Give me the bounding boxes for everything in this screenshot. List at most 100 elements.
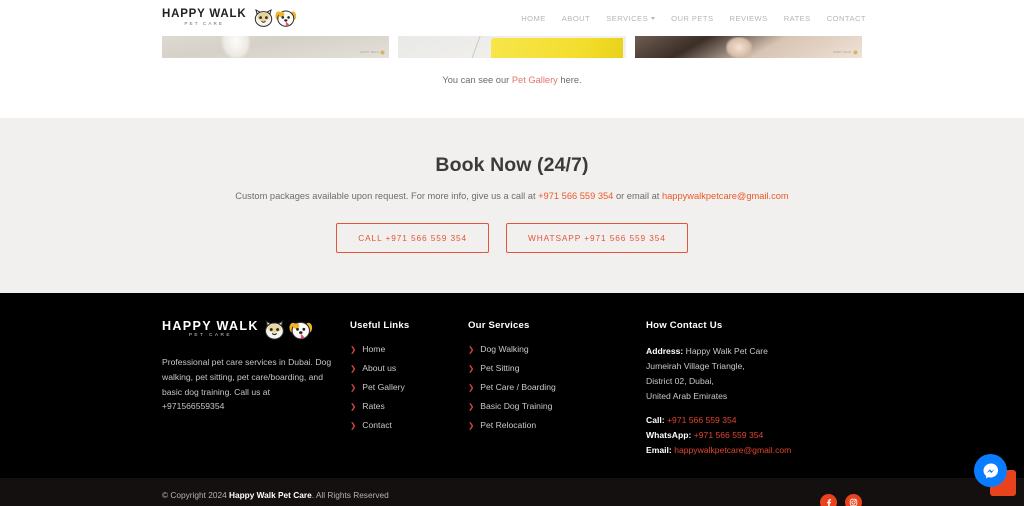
list-item[interactable]: ❯ Basic Dog Training bbox=[468, 401, 646, 411]
watermark: HAPPY WALK bbox=[833, 50, 858, 55]
chevron-right-icon: ❯ bbox=[350, 402, 357, 412]
chevron-right-icon: ❯ bbox=[350, 383, 357, 393]
contact-title: How Contact Us bbox=[646, 320, 723, 332]
call-line: Call: +971 566 559 354 bbox=[646, 413, 862, 428]
whatsapp-value[interactable]: +971 566 559 354 bbox=[694, 430, 764, 440]
pet-gallery-link[interactable]: Pet Gallery bbox=[512, 75, 558, 85]
book-now-subtitle: Custom packages available upon request. … bbox=[0, 190, 1024, 203]
list-item[interactable]: ❯ Pet Care / Boarding bbox=[468, 382, 646, 392]
nav-item-our-pets[interactable]: OUR PETS bbox=[671, 14, 713, 23]
nav-item-home[interactable]: HOME bbox=[521, 14, 546, 23]
watermark-label: HAPPY WALK bbox=[832, 51, 852, 54]
list-item[interactable]: ❯ Rates bbox=[350, 401, 468, 411]
brand-mascots bbox=[253, 8, 297, 28]
watermark-paw-icon bbox=[380, 50, 385, 55]
link-label: Basic Dog Training bbox=[480, 401, 553, 412]
book-now-title: Book Now (24/7) bbox=[435, 154, 589, 176]
our-services-title: Our Services bbox=[468, 320, 530, 332]
note-suffix: here. bbox=[557, 75, 582, 85]
nav-item-rates[interactable]: RATES bbox=[784, 14, 811, 23]
cat-mascot-icon bbox=[253, 8, 275, 28]
instagram-icon[interactable] bbox=[845, 493, 862, 506]
list-item[interactable]: ❯ Dog Walking bbox=[468, 344, 646, 354]
list-item[interactable]: ❯ Pet Relocation bbox=[468, 420, 646, 430]
watermark-paw-icon bbox=[617, 50, 622, 55]
list-item[interactable]: ❯ About us bbox=[350, 363, 468, 373]
useful-links-title: Useful Links bbox=[350, 320, 410, 332]
link-label: About us bbox=[362, 363, 397, 374]
whatsapp-line: WhatsApp: +971 566 559 354 bbox=[646, 428, 862, 443]
footer-logo[interactable]: HAPPY WALK PET CARE bbox=[162, 320, 334, 340]
nav-item-label: REVIEWS bbox=[729, 13, 768, 23]
brand-wordmark: HAPPY WALK PET CARE bbox=[162, 320, 259, 339]
phone-number[interactable]: +971 566 559 354 bbox=[538, 191, 613, 201]
copyright-prefix: © Copyright 2024 bbox=[162, 489, 229, 500]
list-item[interactable]: ❯ Home bbox=[350, 344, 468, 354]
dog-mascot-icon bbox=[289, 320, 312, 340]
watermark-paw-icon bbox=[853, 50, 858, 55]
whatsapp-button[interactable]: WHATSAPP +971 566 559 354 bbox=[506, 223, 688, 254]
nav-item-reviews[interactable]: REVIEWS bbox=[730, 14, 768, 23]
nav-item-label: RATES bbox=[783, 13, 811, 23]
nav-item-label: ABOUT bbox=[561, 13, 591, 23]
call-button[interactable]: CALL +971 566 559 354 bbox=[336, 223, 490, 254]
services-list: ❯ Dog Walking ❯ Pet Sitting ❯ Pet Care /… bbox=[468, 344, 646, 430]
brand-name: HAPPY WALK bbox=[162, 319, 259, 334]
address-line: Jumeirah Village Triangle, bbox=[646, 360, 745, 371]
subtitle-part1: Custom packages available upon request. … bbox=[235, 191, 539, 201]
facebook-icon[interactable] bbox=[820, 493, 837, 506]
footer-about-column: HAPPY WALK PET CARE Professional pet car… bbox=[162, 320, 350, 458]
chevron-right-icon: ❯ bbox=[468, 421, 475, 431]
address-value: Happy Walk Pet Care bbox=[683, 346, 768, 357]
gallery-thumbnail[interactable]: HAPPY WALK bbox=[398, 36, 626, 58]
address-line: United Arab Emirates bbox=[646, 390, 728, 401]
note-prefix: You can see our bbox=[442, 75, 512, 85]
contact-details: Address: Happy Walk Pet Care Jumeirah Vi… bbox=[646, 344, 862, 458]
useful-links-list: ❯ Home ❯ About us ❯ Pet Gallery ❯ Rates … bbox=[350, 344, 468, 430]
main-navigation[interactable]: HOME ABOUT SERVICES OUR PETS REVIEWS RAT… bbox=[521, 14, 866, 23]
watermark: HAPPY WALK bbox=[596, 50, 622, 55]
link-label: Pet Sitting bbox=[480, 363, 520, 374]
social-links bbox=[820, 493, 862, 506]
site-header: HAPPY WALK PET CARE HOME ABOUT SERVICES … bbox=[0, 0, 1024, 36]
brand-name: HAPPY WALK bbox=[162, 8, 247, 21]
cta-button-row: CALL +971 566 559 354 WHATSAPP +971 566 … bbox=[0, 223, 1024, 254]
link-label: Contact bbox=[362, 420, 392, 431]
copyright-brand: Happy Walk Pet Care bbox=[229, 489, 312, 500]
chevron-right-icon: ❯ bbox=[468, 402, 475, 412]
site-footer: HAPPY WALK PET CARE Professional pet car… bbox=[0, 293, 1024, 479]
email-value[interactable]: happywalkpetcare@gmail.com bbox=[674, 445, 791, 455]
watermark: HAPPY WALK bbox=[360, 50, 385, 55]
link-label: Pet Relocation bbox=[480, 420, 537, 431]
chat-widget[interactable] bbox=[974, 454, 1018, 498]
call-value[interactable]: +971 566 559 354 bbox=[667, 415, 737, 425]
call-label: Call: bbox=[646, 414, 665, 425]
footer-about-text: Professional pet care services in Dubai.… bbox=[162, 357, 332, 412]
watermark-label: HAPPY WALK bbox=[596, 51, 616, 54]
footer-contact-column: How Contact Us Address: Happy Walk Pet C… bbox=[646, 320, 862, 458]
list-item[interactable]: ❯ Contact bbox=[350, 420, 468, 430]
brand-tagline: PET CARE bbox=[188, 333, 232, 339]
nav-item-services[interactable]: SERVICES bbox=[606, 14, 656, 23]
messenger-chat-icon[interactable] bbox=[974, 454, 1007, 487]
link-label: Home bbox=[362, 344, 386, 355]
gallery-thumbnail[interactable]: HAPPY WALK bbox=[634, 36, 862, 58]
list-item[interactable]: ❯ Pet Sitting bbox=[468, 363, 646, 373]
nav-item-about[interactable]: ABOUT bbox=[562, 14, 590, 23]
nav-item-label: HOME bbox=[521, 13, 546, 23]
pet-gallery-note: You can see our Pet Gallery here. bbox=[0, 58, 1024, 118]
list-item[interactable]: ❯ Pet Gallery bbox=[350, 382, 468, 392]
dog-mascot-icon bbox=[275, 9, 297, 28]
pet-gallery-strip: HAPPY WALK HAPPY WALK HAPPY WALK bbox=[0, 36, 1024, 58]
nav-item-contact[interactable]: CONTACT bbox=[827, 14, 866, 23]
link-label: Rates bbox=[362, 401, 385, 412]
email-label: Email: bbox=[646, 444, 672, 455]
nav-item-label: CONTACT bbox=[826, 13, 866, 23]
chevron-right-icon: ❯ bbox=[350, 364, 357, 374]
header-logo[interactable]: HAPPY WALK PET CARE bbox=[162, 8, 297, 28]
subtitle-part2: or email at bbox=[613, 191, 662, 201]
gallery-thumbnail[interactable]: HAPPY WALK bbox=[162, 36, 390, 58]
email-link[interactable]: happywalkpetcare@gmail.com bbox=[662, 191, 789, 201]
chevron-right-icon: ❯ bbox=[350, 345, 357, 355]
